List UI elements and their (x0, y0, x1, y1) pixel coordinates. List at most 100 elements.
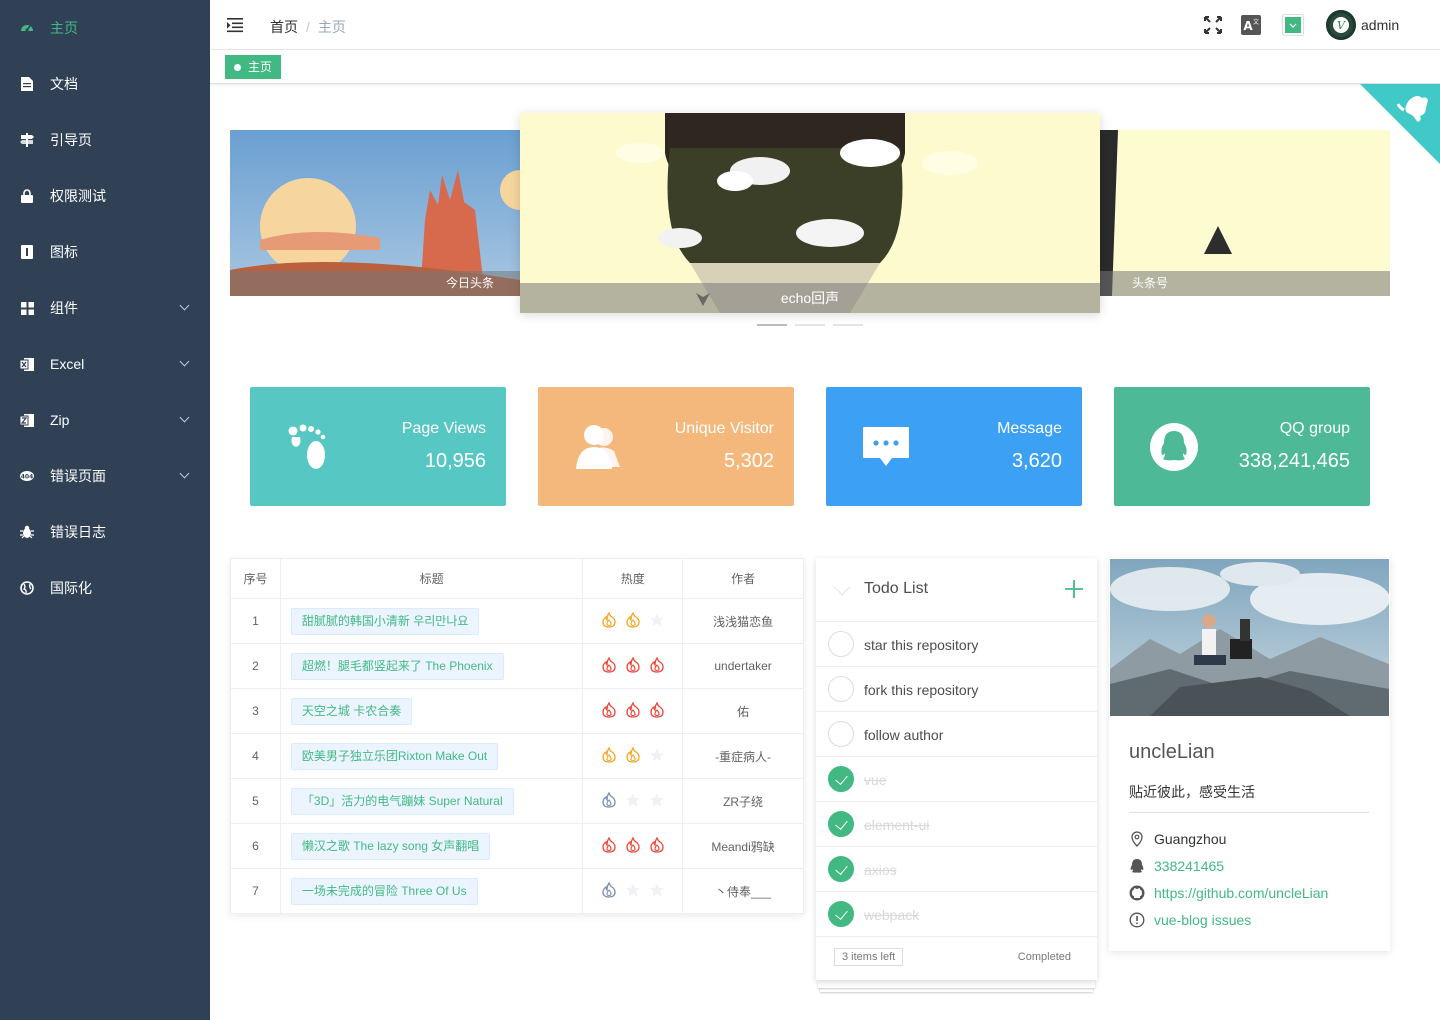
flame-icon (601, 836, 617, 856)
sidebar-item-home[interactable]: 主页 (0, 0, 210, 56)
todo-item[interactable]: webpack (816, 892, 1097, 937)
todo-checkbox[interactable] (828, 856, 854, 882)
table-row: 4 欧美男子独立乐团Rixton Make Out -重症病人- (230, 733, 804, 779)
lock-icon (20, 189, 34, 203)
todo-item[interactable]: fork this repository (816, 667, 1097, 712)
footprint-icon (286, 423, 334, 471)
flame-icon (625, 611, 641, 631)
star-icon (649, 747, 665, 766)
table-row: 5 「3D」活力的电气蹦妹 Super Natural ZR子绕 (230, 778, 804, 824)
todo-item[interactable]: axios (816, 847, 1097, 892)
todo-item[interactable]: follow author (816, 712, 1097, 757)
table-row: 2 超燃！腿毛都竖起来了 The Phoenix undertaker (230, 643, 804, 689)
card-title: Unique Visitor (674, 420, 774, 437)
message-icon (862, 423, 910, 471)
flame-icon (601, 746, 617, 766)
excel-icon (20, 357, 34, 371)
github-link[interactable]: https://github.com/uncleLian (1154, 885, 1328, 901)
cell-heat (582, 868, 684, 914)
icon-icon (20, 245, 34, 259)
todo-item[interactable]: vue (816, 757, 1097, 802)
sidebar-item-error-page[interactable]: 404 错误页面 (0, 448, 210, 504)
sidebar-item-error-log[interactable]: 错误日志 (0, 504, 210, 560)
profile-github[interactable]: https://github.com/uncleLian (1129, 885, 1328, 901)
profile-issues[interactable]: vue-blog issues (1129, 912, 1251, 928)
sidebar-item-i18n[interactable]: 国际化 (0, 560, 210, 616)
github-icon (1129, 885, 1145, 901)
title-tag[interactable]: 甜腻腻的韩国小清新 우리만나요 (290, 607, 480, 635)
carousel-slide-left[interactable]: 今日头条 (230, 130, 520, 296)
todo-text: webpack (864, 907, 920, 923)
username[interactable]: admin (1361, 17, 1399, 33)
title-tag[interactable]: 一场未完成的冒险 Three Of Us (290, 877, 478, 905)
404-icon: 404 (20, 469, 34, 483)
navbar: 首页 / 主页 A文 V admin (210, 0, 1440, 50)
todo-checkbox[interactable] (828, 631, 854, 657)
todo-checkbox[interactable] (828, 676, 854, 702)
sidebar-item-zip[interactable]: Zip (0, 392, 210, 448)
todo-checkbox[interactable] (828, 901, 854, 927)
add-icon[interactable] (1065, 580, 1083, 598)
international-icon (20, 581, 34, 595)
sidebar-item-label: 错误日志 (50, 524, 106, 540)
carousel-slide-right[interactable]: 头条号 (1100, 130, 1390, 296)
avatar[interactable]: V (1326, 10, 1356, 40)
title-tag[interactable]: 超燃！腿毛都竖起来了 The Phoenix (290, 652, 504, 680)
cell-heat (582, 823, 684, 869)
card-qq-group[interactable]: QQ group 338,241,465 (1114, 387, 1370, 506)
title-tag[interactable]: 天空之城 卡农合奏 (290, 697, 413, 725)
cell-no: 2 (230, 643, 281, 689)
cell-author: 浅浅猫恋鱼 (682, 598, 804, 644)
carousel-indicator[interactable] (795, 324, 825, 326)
flame-icon (649, 836, 665, 856)
filter-completed[interactable]: Completed (1018, 951, 1071, 963)
theme-picker-icon[interactable] (1282, 14, 1304, 36)
todo-checkbox[interactable] (828, 721, 854, 747)
breadcrumb-home[interactable]: 首页 (270, 19, 298, 35)
title-tag[interactable]: 欧美男子独立乐团Rixton Make Out (290, 742, 499, 770)
sidebar-item-guide[interactable]: 引导页 (0, 112, 210, 168)
todo-checkbox[interactable] (828, 811, 854, 837)
todo-item[interactable]: star this repository (816, 622, 1097, 667)
sidebar-item-label: 文档 (50, 76, 78, 92)
cell-author: ZR子绕 (682, 778, 804, 824)
hamburger-icon[interactable] (227, 17, 243, 33)
carousel-caption-center: echo回声 (520, 283, 1100, 313)
dashboard-icon (20, 21, 34, 35)
star-icon (649, 612, 665, 631)
sidebar-item-permission[interactable]: 权限测试 (0, 168, 210, 224)
chevron-down-icon (179, 468, 190, 479)
title-tag[interactable]: 「3D」活力的电气蹦妹 Super Natural (290, 787, 514, 815)
sidebar-item-docs[interactable]: 文档 (0, 56, 210, 112)
carousel-indicator[interactable] (833, 324, 863, 326)
qq-link[interactable]: 338241465 (1154, 858, 1224, 874)
fullscreen-icon[interactable] (1203, 15, 1223, 35)
profile-qq[interactable]: 338241465 (1129, 858, 1224, 874)
card-message[interactable]: Message 3,620 (826, 387, 1082, 506)
todo-title: Todo List (864, 580, 929, 597)
card-unique-visitor[interactable]: Unique Visitor 5,302 (538, 387, 794, 506)
toggle-all-icon[interactable] (833, 578, 851, 596)
title-tag[interactable]: 懒汉之歌 The lazy song 女声翻唱 (290, 832, 491, 860)
carousel-indicator[interactable] (757, 324, 787, 326)
table-header-heat: 热度 (582, 558, 684, 599)
table-row: 1 甜腻腻的韩国小清新 우리만나요 浅浅猫恋鱼 (230, 598, 804, 644)
card-value: 5,302 (723, 450, 774, 472)
chevron-down-icon (179, 356, 190, 367)
card-page-views[interactable]: Page Views 10,956 (250, 387, 506, 506)
avatar-letter: V (1337, 19, 1346, 32)
sidebar-item-components[interactable]: 组件 (0, 280, 210, 336)
star-icon (625, 882, 641, 901)
tag-home[interactable]: 主页 (225, 55, 282, 79)
sidebar-item-label: Zip (50, 412, 70, 428)
heat-rating (583, 611, 682, 631)
issues-link[interactable]: vue-blog issues (1154, 912, 1251, 928)
profile-photo (1110, 559, 1389, 716)
cell-author: Meandi鸦缺 (682, 823, 804, 869)
translate-icon[interactable]: A文 (1241, 15, 1261, 35)
sidebar-item-icons[interactable]: 图标 (0, 224, 210, 280)
sidebar-item-excel[interactable]: Excel (0, 336, 210, 392)
todo-checkbox[interactable] (828, 766, 854, 792)
carousel-slide-center[interactable]: echo回声 (520, 113, 1100, 313)
todo-item[interactable]: element-ui (816, 802, 1097, 847)
